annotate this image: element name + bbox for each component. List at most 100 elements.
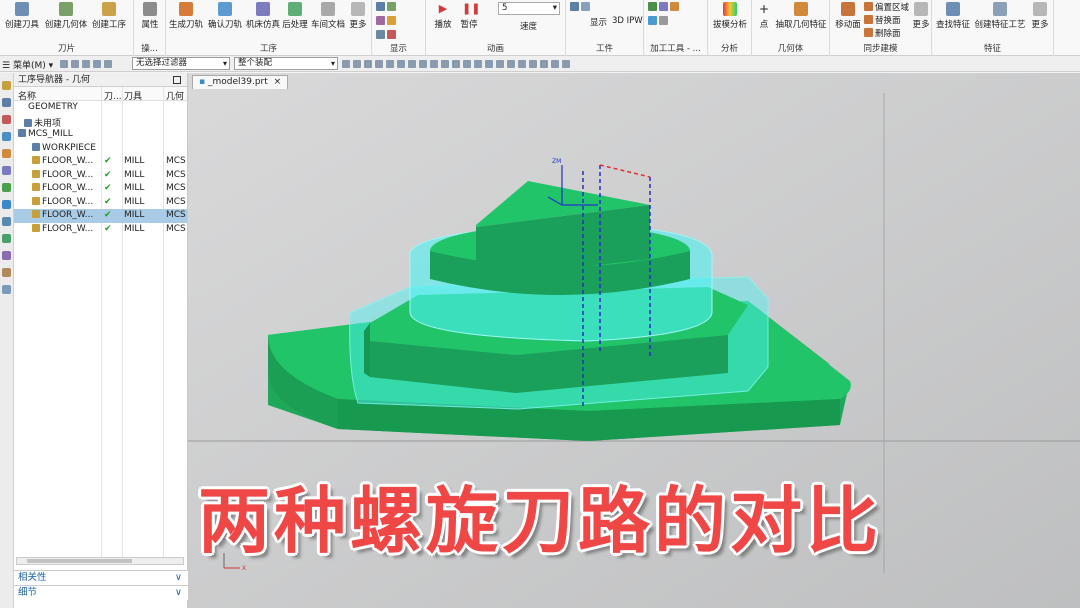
move-face-button[interactable]: 移动面 [832,2,864,40]
operation-icon [32,142,40,151]
tree-tool-cell: MILL [124,223,145,234]
play-button[interactable]: ▶ 播放 [430,2,456,40]
tree-node-name: FLOOR_W... [32,196,93,207]
status-check-icon: ✔ [104,223,112,234]
web-tab-icon[interactable] [2,200,11,209]
operation-icon [32,223,40,232]
generate-toolpath-button[interactable]: 生成刀轨 [166,2,206,40]
ribbon-group-workpiece: 显示 3D IPW 工件 [566,0,644,56]
program-tab-icon[interactable] [2,115,11,124]
chevron-down-icon: ∨ [175,572,182,583]
snap-icon [430,60,438,68]
assembly-scope-dropdown[interactable]: 整个装配 ▾ [234,57,338,70]
tree-row[interactable]: WORKPIECE [14,142,187,156]
geometry-tab-icon[interactable] [2,132,11,141]
tool-icon [659,2,668,11]
tree-row[interactable]: FLOOR_W... ✔ MILL MCS [14,209,187,223]
ribbon-group-label: 工件 [595,44,613,54]
tree-row[interactable]: FLOOR_W... ✔ MILL MCS [14,169,187,183]
snap-icon [342,60,350,68]
select-icon [104,60,112,68]
tree-tool-cell: MILL [124,183,145,193]
view-tools[interactable] [452,60,573,68]
properties-icon [143,2,157,16]
ribbon-group-sync: 移动面 偏置区域 替换面 删除面 更多 同步建模 [830,0,932,56]
system-tab-icon[interactable] [2,268,11,277]
replace-face-button[interactable]: 替换面 [864,14,901,27]
view-icon [507,60,515,68]
selection-tools[interactable] [60,60,115,68]
create-tool-button[interactable]: 创建刀具 [2,2,42,40]
tree-row[interactable]: 未用项 [14,115,187,129]
display-tool-2[interactable] [376,16,398,29]
operation-icon [32,169,40,178]
extract-geometry-button[interactable]: 抽取几何特征 [774,2,828,40]
draft-analysis-button[interactable]: 拔模分析 [710,2,750,40]
navigator-title: 工序导航器 - 几何 [18,75,90,85]
maximize-icon[interactable] [173,76,181,84]
roles-tab-icon[interactable] [2,234,11,243]
delete-face-button[interactable]: 删除面 [864,27,901,40]
tree-row[interactable]: MCS_MILL [14,128,187,142]
create-feature-process-button[interactable]: 创建特征工艺 [974,2,1026,40]
machtools-row-1[interactable] [648,2,681,15]
method-tab-icon[interactable] [2,149,11,158]
feature-more-button[interactable]: 更多 [1028,2,1052,40]
navigator-tab-icon[interactable] [2,81,11,90]
select-icon [82,60,90,68]
misc-tab-icon[interactable] [2,285,11,294]
palette-tab-icon[interactable] [2,251,11,260]
shop-docs-button[interactable]: 车间文档 [310,2,346,40]
main-menu-button[interactable]: ☰ 菜单(M) ▾ [2,58,53,71]
postprocess-button[interactable]: 后处理 [280,2,310,40]
close-icon[interactable]: × [274,77,282,87]
ipw-3d-button[interactable]: 3D IPW [612,16,643,29]
dependencies-panel-header[interactable]: 相关性 ∨ [14,570,188,585]
offset-region-button[interactable]: 偏置区域 [864,1,909,14]
selection-filter-dropdown[interactable]: 无选择过滤器 ▾ [132,57,230,70]
create-geometry-icon [59,2,73,16]
chevron-down-icon: ▾ [222,59,227,68]
history-tab-icon[interactable] [2,217,11,226]
tool-icon [648,2,657,11]
select-icon [71,60,79,68]
chevron-down-icon: ▾ [330,59,335,68]
ribbon-group-display: 显示 [372,0,426,56]
properties-button[interactable]: 属性 [134,2,166,40]
display-tool-1[interactable] [376,2,398,15]
ribbon-group-process: 生成刀轨 确认刀轨 机床仿真 后处理 车间文档 更多 工序 [166,0,372,56]
speed-dropdown[interactable]: 5 ▾ [498,2,560,15]
tree-geometry-cell: MCS [166,210,186,220]
tree-row[interactable]: GEOMETRY [14,101,187,115]
workpiece-show-button[interactable]: 显示 [590,16,607,29]
workpiece-tools-row[interactable] [570,2,592,15]
ribbon-group-label: 刀片 [57,44,75,54]
machtools-row-2[interactable] [648,16,670,29]
model-file-tab[interactable]: ▪ _model39.prt × [192,75,289,89]
details-panel-header[interactable]: 细节 ∨ [14,585,188,600]
find-feature-button[interactable]: 查找特征 [934,2,972,40]
point-button[interactable]: + 点 [754,2,774,40]
create-geometry-button[interactable]: 创建几何体 [44,2,88,40]
machine-tab-icon[interactable] [2,98,11,107]
snap-tools[interactable] [342,60,452,68]
offset-region-icon [864,2,873,11]
delete-face-icon [864,28,873,37]
pause-button[interactable]: ❚❚ 暂停 [456,2,482,40]
tree-row[interactable]: FLOOR_W... ✔ MILL MCS [14,196,187,210]
ribbon-group-label: 特征 [983,44,1001,54]
tree-row[interactable]: FLOOR_W... ✔ MILL MCS [14,182,187,196]
feature-tab-icon[interactable] [2,183,11,192]
process-more-button[interactable]: 更多 [346,2,370,40]
tree-geometry-cell: MCS [166,183,186,193]
tree-row[interactable]: FLOOR_W... ✔ MILL MCS [14,223,187,237]
ribbon-group-label: 操... [141,44,158,54]
verify-toolpath-button[interactable]: 确认刀轨 [206,2,244,40]
tree-row[interactable]: FLOOR_W... ✔ MILL MCS [14,155,187,169]
machine-simulation-button[interactable]: 机床仿真 [244,2,282,40]
sync-more-button[interactable]: 更多 [910,2,932,40]
tree-tool-cell: MILL [124,169,145,180]
status-check-icon: ✔ [104,156,112,166]
tool-tab-icon[interactable] [2,166,11,175]
create-operation-button[interactable]: 创建工序 [88,2,130,40]
